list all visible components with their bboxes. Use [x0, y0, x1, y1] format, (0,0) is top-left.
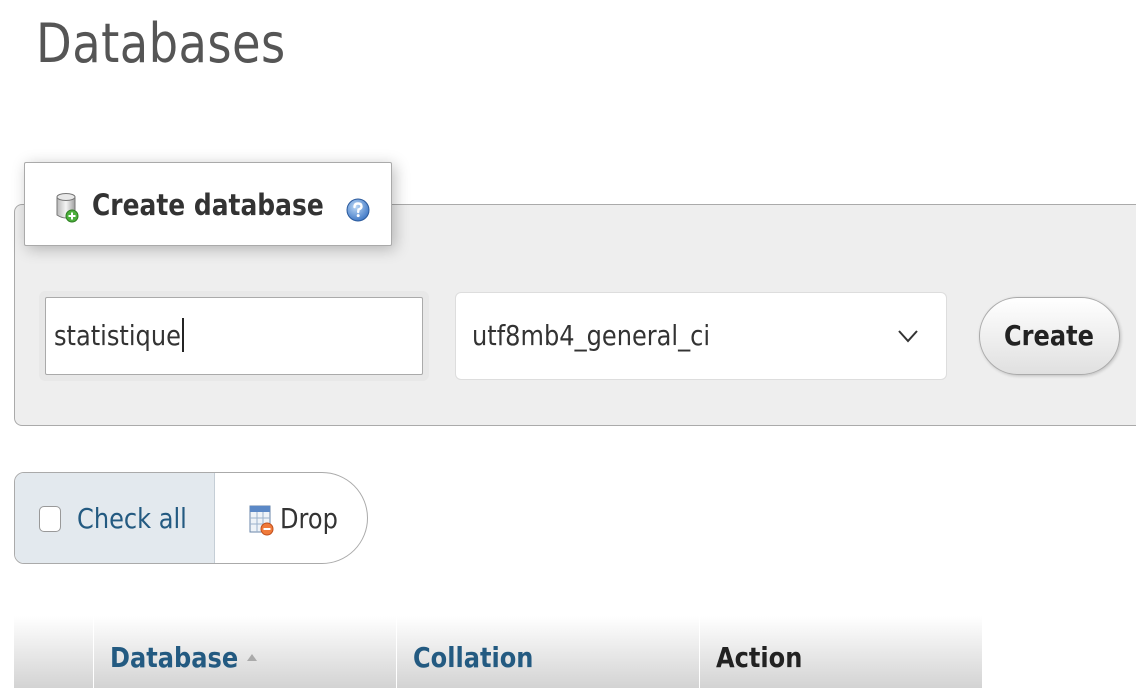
chevron-down-icon [898, 330, 918, 343]
bulk-action-group: Check all Drop [14, 472, 368, 564]
create-database-label: Create database [92, 188, 324, 222]
table-header-database[interactable]: Database [94, 616, 397, 688]
collation-selected-value: utf8mb4_general_ci [472, 319, 711, 352]
collation-select[interactable]: utf8mb4_general_ci [455, 292, 947, 380]
create-button[interactable]: Create [979, 297, 1120, 375]
check-all-checkbox[interactable] [39, 506, 61, 532]
database-name-input[interactable]: statistique [45, 297, 423, 375]
check-all-label[interactable]: Check all [77, 499, 187, 539]
database-name-value: statistique [54, 316, 184, 356]
text-caret [181, 318, 184, 352]
table-header-action: Action [700, 616, 982, 688]
page-title: Databases [36, 12, 286, 75]
drop-button-label: Drop [280, 502, 338, 535]
sort-ascending-icon [247, 654, 257, 661]
database-drop-icon [249, 505, 274, 536]
create-database-legend: Create database [24, 162, 392, 246]
help-icon[interactable] [345, 197, 371, 223]
create-button-label: Create [1004, 319, 1094, 352]
table-header-collation[interactable]: Collation [397, 616, 700, 688]
table-header-database-label[interactable]: Database [110, 638, 238, 678]
database-add-icon [56, 193, 79, 223]
table-header-collation-label[interactable]: Collation [413, 638, 533, 678]
check-all-control[interactable]: Check all [15, 473, 215, 563]
table-header-checkbox-column [14, 616, 94, 688]
table-header-action-label: Action [716, 641, 803, 674]
drop-button[interactable]: Drop [214, 473, 367, 563]
databases-page: Databases Create database statistique ut… [0, 0, 1136, 688]
databases-table-header: Database Collation Action [14, 616, 982, 688]
